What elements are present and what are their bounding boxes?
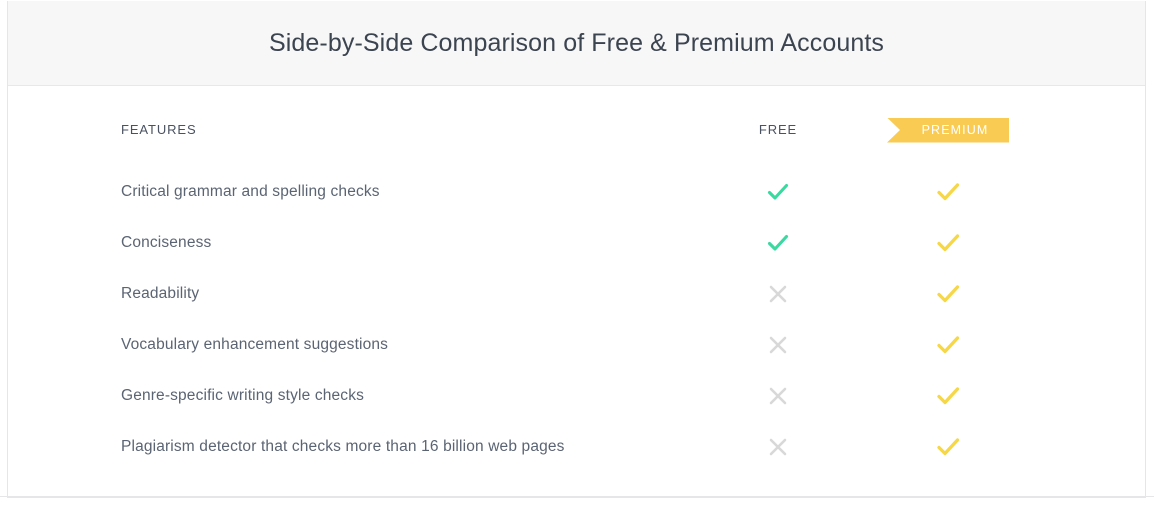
feature-label: Plagiarism detector that checks more tha… <box>121 437 565 455</box>
column-header-free: FREE <box>688 121 868 139</box>
cross-icon <box>769 387 787 404</box>
free-cell <box>688 384 868 408</box>
table-row: Critical grammar and spelling checks <box>8 166 1145 217</box>
check-icon <box>937 182 960 200</box>
check-icon <box>937 284 960 302</box>
feature-cell: Readability <box>121 285 741 303</box>
feature-cell: Plagiarism detector that checks more tha… <box>121 438 741 456</box>
free-cell <box>688 230 868 256</box>
comparison-card: Side-by-Side Comparison of Free & Premiu… <box>7 1 1146 498</box>
free-cell <box>688 435 868 459</box>
feature-label: Conciseness <box>121 233 212 251</box>
premium-cell <box>858 178 1038 206</box>
feature-label: Critical grammar and spelling checks <box>121 182 380 200</box>
free-column-label: FREE <box>758 122 798 137</box>
premium-cell <box>858 229 1038 257</box>
cross-icon <box>769 336 787 353</box>
table-header-row: FEATURES FREE PREMIUM <box>8 115 1145 145</box>
column-header-premium: PREMIUM <box>858 117 1038 143</box>
table-row: Readability <box>8 268 1145 319</box>
comparison-page: Side-by-Side Comparison of Free & Premiu… <box>0 0 1154 510</box>
premium-badge: PREMIUM <box>887 117 1009 143</box>
feature-cell: Genre-specific writing style checks <box>121 387 741 405</box>
card-header: Side-by-Side Comparison of Free & Premiu… <box>8 1 1145 86</box>
check-icon <box>937 335 960 353</box>
check-icon <box>767 234 789 251</box>
table-row: Vocabulary enhancement suggestions <box>8 319 1145 370</box>
feature-label: Genre-specific writing style checks <box>121 386 364 404</box>
comparison-table: FEATURES FREE PREMIUM Critical grammar a… <box>8 87 1145 497</box>
premium-cell <box>858 331 1038 359</box>
table-row: Conciseness <box>8 217 1145 268</box>
free-cell <box>688 179 868 205</box>
check-icon <box>767 183 789 200</box>
cross-icon <box>769 438 787 455</box>
cross-icon <box>769 285 787 302</box>
feature-cell: Critical grammar and spelling checks <box>121 183 741 201</box>
feature-cell: Vocabulary enhancement suggestions <box>121 336 741 354</box>
bottom-divider <box>0 496 1154 497</box>
premium-cell <box>858 280 1038 308</box>
premium-cell <box>858 382 1038 410</box>
page-title: Side-by-Side Comparison of Free & Premiu… <box>269 28 884 57</box>
check-icon <box>937 386 960 404</box>
free-cell <box>688 282 868 306</box>
check-icon <box>937 437 960 455</box>
table-row: Plagiarism detector that checks more tha… <box>8 421 1145 472</box>
features-column-label: FEATURES <box>121 122 197 137</box>
check-icon <box>937 233 960 251</box>
table-row: Genre-specific writing style checks <box>8 370 1145 421</box>
premium-cell <box>858 433 1038 461</box>
column-header-features: FEATURES <box>121 121 741 139</box>
free-cell <box>688 333 868 357</box>
feature-label: Vocabulary enhancement suggestions <box>121 335 389 353</box>
feature-label: Readability <box>121 284 200 302</box>
feature-cell: Conciseness <box>121 234 741 252</box>
